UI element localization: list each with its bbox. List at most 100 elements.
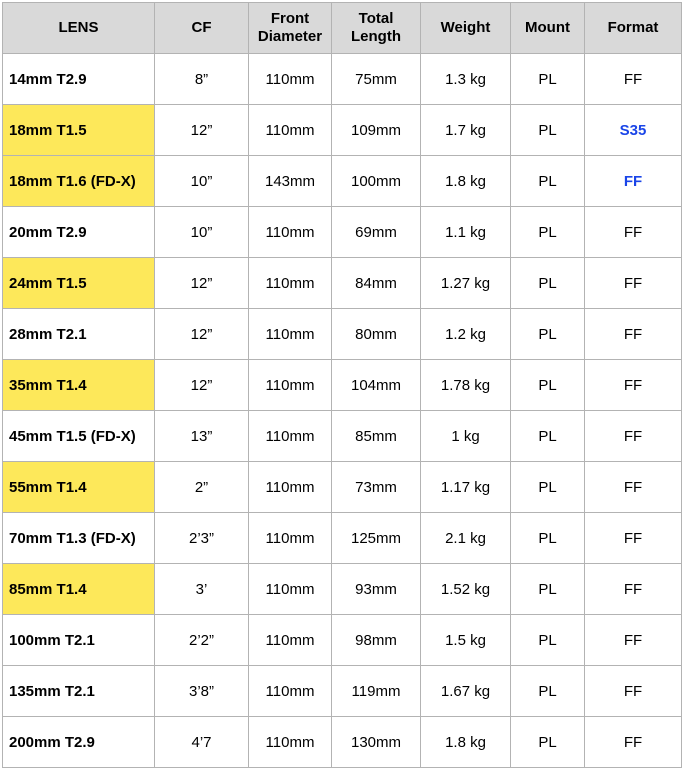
total-length-cell: 119mm bbox=[331, 665, 421, 717]
cf-cell: 3’ bbox=[154, 563, 249, 615]
cf-cell: 2’3” bbox=[154, 512, 249, 564]
weight-cell: 1.67 kg bbox=[420, 665, 511, 717]
table-row: 14mm T2.9 8” 110mm 75mm 1.3 kg PL FF bbox=[2, 53, 682, 105]
table-row: 200mm T2.9 4’7 110mm 130mm 1.8 kg PL FF bbox=[2, 716, 682, 768]
header-total-line2: Length bbox=[351, 28, 401, 45]
front-diameter-cell: 110mm bbox=[248, 512, 332, 564]
format-cell: FF bbox=[584, 614, 682, 666]
table-row: 28mm T2.1 12” 110mm 80mm 1.2 kg PL FF bbox=[2, 308, 682, 360]
header-front-line1: Front bbox=[270, 10, 310, 27]
cf-cell: 2’2” bbox=[154, 614, 249, 666]
format-cell: FF bbox=[584, 716, 682, 768]
table-row: 35mm T1.4 12” 110mm 104mm 1.78 kg PL FF bbox=[2, 359, 682, 411]
table-header: LENS CF Front Diameter Total Length Weig… bbox=[2, 2, 682, 54]
front-diameter-cell: 110mm bbox=[248, 257, 332, 309]
total-length-cell: 125mm bbox=[331, 512, 421, 564]
header-front-line2: Diameter bbox=[257, 28, 323, 45]
cf-cell: 12” bbox=[154, 104, 249, 156]
cf-cell: 10” bbox=[154, 155, 249, 207]
front-diameter-cell: 110mm bbox=[248, 563, 332, 615]
table-row: 24mm T1.5 12” 110mm 84mm 1.27 kg PL FF bbox=[2, 257, 682, 309]
lens-spec-table: LENS CF Front Diameter Total Length Weig… bbox=[2, 2, 682, 768]
weight-cell: 1.8 kg bbox=[420, 716, 511, 768]
total-length-cell: 98mm bbox=[331, 614, 421, 666]
cf-cell: 8” bbox=[154, 53, 249, 105]
table-row: 100mm T2.1 2’2” 110mm 98mm 1.5 kg PL FF bbox=[2, 614, 682, 666]
mount-cell: PL bbox=[510, 461, 585, 513]
format-cell: FF bbox=[584, 206, 682, 258]
table-row: 45mm T1.5 (FD-X) 13” 110mm 85mm 1 kg PL FF bbox=[2, 410, 682, 462]
header-mount: Mount bbox=[510, 2, 585, 54]
mount-cell: PL bbox=[510, 512, 585, 564]
lens-cell: 14mm T2.9 bbox=[2, 53, 155, 105]
weight-cell: 1.8 kg bbox=[420, 155, 511, 207]
front-diameter-cell: 110mm bbox=[248, 665, 332, 717]
weight-cell: 1.7 kg bbox=[420, 104, 511, 156]
table-row: 135mm T2.1 3’8” 110mm 119mm 1.67 kg PL FF bbox=[2, 665, 682, 717]
weight-cell: 1.2 kg bbox=[420, 308, 511, 360]
front-diameter-cell: 110mm bbox=[248, 206, 332, 258]
lens-cell: 45mm T1.5 (FD-X) bbox=[2, 410, 155, 462]
header-lens: LENS bbox=[2, 2, 155, 54]
header-front-diameter: Front Diameter bbox=[248, 2, 332, 54]
cf-cell: 10” bbox=[154, 206, 249, 258]
lens-cell: 24mm T1.5 bbox=[2, 257, 155, 309]
mount-cell: PL bbox=[510, 206, 585, 258]
mount-cell: PL bbox=[510, 308, 585, 360]
front-diameter-cell: 110mm bbox=[248, 308, 332, 360]
weight-cell: 2.1 kg bbox=[420, 512, 511, 564]
mount-cell: PL bbox=[510, 359, 585, 411]
cf-cell: 12” bbox=[154, 359, 249, 411]
total-length-cell: 84mm bbox=[331, 257, 421, 309]
weight-cell: 1 kg bbox=[420, 410, 511, 462]
header-row: LENS CF Front Diameter Total Length Weig… bbox=[2, 2, 682, 54]
front-diameter-cell: 110mm bbox=[248, 359, 332, 411]
cf-cell: 13” bbox=[154, 410, 249, 462]
mount-cell: PL bbox=[510, 257, 585, 309]
lens-cell: 35mm T1.4 bbox=[2, 359, 155, 411]
weight-cell: 1.1 kg bbox=[420, 206, 511, 258]
weight-cell: 1.17 kg bbox=[420, 461, 511, 513]
mount-cell: PL bbox=[510, 614, 585, 666]
header-total-line1: Total bbox=[358, 10, 394, 27]
header-weight: Weight bbox=[420, 2, 511, 54]
cf-cell: 12” bbox=[154, 308, 249, 360]
table-row: 18mm T1.5 12” 110mm 109mm 1.7 kg PL S35 bbox=[2, 104, 682, 156]
cf-cell: 3’8” bbox=[154, 665, 249, 717]
front-diameter-cell: 110mm bbox=[248, 410, 332, 462]
format-cell: FF bbox=[584, 257, 682, 309]
header-total-length: Total Length bbox=[331, 2, 421, 54]
total-length-cell: 109mm bbox=[331, 104, 421, 156]
total-length-cell: 75mm bbox=[331, 53, 421, 105]
format-cell: FF bbox=[584, 665, 682, 717]
mount-cell: PL bbox=[510, 410, 585, 462]
weight-cell: 1.52 kg bbox=[420, 563, 511, 615]
header-format: Format bbox=[584, 2, 682, 54]
table-row: 85mm T1.4 3’ 110mm 93mm 1.52 kg PL FF bbox=[2, 563, 682, 615]
total-length-cell: 73mm bbox=[331, 461, 421, 513]
lens-cell: 100mm T2.1 bbox=[2, 614, 155, 666]
weight-cell: 1.3 kg bbox=[420, 53, 511, 105]
lens-cell: 18mm T1.5 bbox=[2, 104, 155, 156]
cf-cell: 2” bbox=[154, 461, 249, 513]
front-diameter-cell: 110mm bbox=[248, 104, 332, 156]
mount-cell: PL bbox=[510, 155, 585, 207]
weight-cell: 1.78 kg bbox=[420, 359, 511, 411]
front-diameter-cell: 143mm bbox=[248, 155, 332, 207]
total-length-cell: 85mm bbox=[331, 410, 421, 462]
mount-cell: PL bbox=[510, 665, 585, 717]
lens-cell: 135mm T2.1 bbox=[2, 665, 155, 717]
lens-cell: 70mm T1.3 (FD-X) bbox=[2, 512, 155, 564]
total-length-cell: 130mm bbox=[331, 716, 421, 768]
front-diameter-cell: 110mm bbox=[248, 53, 332, 105]
lens-cell: 18mm T1.6 (FD-X) bbox=[2, 155, 155, 207]
table-row: 20mm T2.9 10” 110mm 69mm 1.1 kg PL FF bbox=[2, 206, 682, 258]
lens-cell: 28mm T2.1 bbox=[2, 308, 155, 360]
total-length-cell: 80mm bbox=[331, 308, 421, 360]
format-cell: S35 bbox=[584, 104, 682, 156]
cf-cell: 12” bbox=[154, 257, 249, 309]
total-length-cell: 69mm bbox=[331, 206, 421, 258]
lens-cell: 200mm T2.9 bbox=[2, 716, 155, 768]
front-diameter-cell: 110mm bbox=[248, 716, 332, 768]
table-row: 70mm T1.3 (FD-X) 2’3” 110mm 125mm 2.1 kg PL FF bbox=[2, 512, 682, 564]
